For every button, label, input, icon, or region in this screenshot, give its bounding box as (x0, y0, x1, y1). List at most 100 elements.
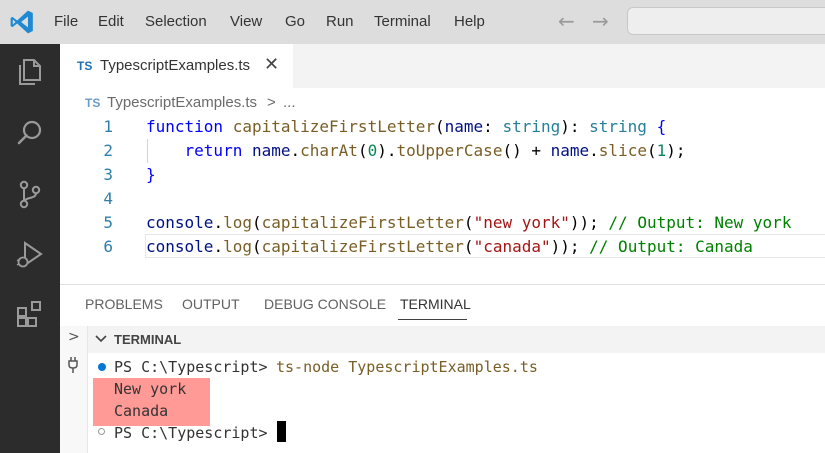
code-token: // Output: Canada (589, 237, 753, 256)
code-token: ( (646, 141, 657, 160)
code-token: slice (598, 141, 647, 160)
code-token: return (184, 141, 243, 160)
explorer-files-icon[interactable] (14, 56, 46, 88)
breadcrumb-ellipsis[interactable]: ... (283, 94, 296, 111)
terminal-prompt: PS C:\Typescript> (114, 358, 268, 376)
line-number: 2 (103, 141, 113, 160)
code-token: name (444, 117, 484, 136)
code-token: } (146, 165, 156, 184)
terminal-sidebar (60, 326, 88, 453)
tab-output[interactable]: OUTPUT (182, 296, 240, 312)
terminal-command: ts-node TypescriptExamples.ts (276, 358, 538, 376)
code-token: { (646, 117, 667, 136)
code-token: log (223, 237, 252, 256)
tab-typescript-examples[interactable]: TS TypescriptExamples.ts ✕ (60, 44, 293, 88)
run-debug-icon[interactable] (14, 239, 46, 271)
line-number: 3 (103, 165, 113, 184)
plug-icon[interactable] (66, 356, 80, 374)
panel-divider (60, 284, 825, 285)
code-line[interactable]: return name.charAt(0).toUpperCase() + na… (146, 139, 686, 163)
active-tab-indicator (398, 319, 467, 320)
menu-selection[interactable]: Selection (145, 0, 207, 44)
code-token: ); (666, 141, 686, 160)
code-token: . (589, 141, 599, 160)
code-token: )); (550, 237, 590, 256)
code-token: . (213, 237, 224, 256)
code-token: toUpperCase (396, 141, 503, 160)
line-number: 5 (103, 213, 113, 232)
code-token: ( (251, 237, 262, 256)
code-token: . (213, 213, 224, 232)
code-token: ( (357, 141, 368, 160)
extensions-icon[interactable] (14, 298, 46, 330)
code-token: 1 (656, 141, 667, 160)
tab-terminal[interactable]: TERMINAL (400, 296, 471, 312)
code-token: string (589, 117, 647, 136)
forward-arrow-icon[interactable]: → (592, 10, 609, 32)
terminal-output-line: New york (114, 380, 187, 398)
command-pending-dot-icon[interactable] (98, 428, 105, 435)
code-token: name (550, 141, 590, 160)
code-token: // Output: New york (608, 213, 792, 232)
code-token: ( (435, 117, 445, 136)
code-line[interactable]: function capitalizeFirstLetter(name: str… (146, 115, 666, 139)
source-control-icon[interactable] (14, 178, 46, 210)
code-token: "new york" (473, 213, 570, 232)
menu-terminal[interactable]: Terminal (374, 0, 431, 44)
search-icon[interactable] (14, 117, 46, 149)
code-token: ): (560, 117, 590, 136)
chevron-down-icon[interactable] (95, 334, 107, 344)
code-token: console (146, 237, 214, 256)
chevron-right-icon[interactable]: > (68, 329, 80, 345)
terminal-section-header[interactable] (88, 326, 825, 353)
command-center-search[interactable] (627, 7, 825, 35)
menu-edit[interactable]: Edit (98, 0, 124, 44)
menu-go[interactable]: Go (285, 0, 305, 44)
terminal-section-title: TERMINAL (114, 332, 182, 347)
tab-debug-console[interactable]: DEBUG CONSOLE (264, 296, 386, 312)
line-number: 1 (103, 117, 113, 136)
line-number: 6 (103, 237, 113, 256)
breadcrumb-file[interactable]: TypescriptExamples.ts (107, 94, 257, 111)
code-line[interactable]: console.log(capitalizeFirstLetter("new y… (146, 211, 791, 235)
terminal-output-line: Canada (114, 402, 169, 420)
tab-label: TypescriptExamples.ts (100, 57, 251, 74)
code-token: name (251, 141, 291, 160)
code-token: function (146, 117, 224, 136)
menu-run[interactable]: Run (326, 0, 354, 44)
breadcrumb-separator: > (267, 94, 276, 111)
code-token: () + (502, 141, 551, 160)
typescript-file-icon: TS (77, 59, 93, 73)
code-token: log (223, 213, 252, 232)
code-token: ( (463, 237, 474, 256)
breadcrumb-typescript-icon: TS (85, 96, 101, 110)
code-line[interactable]: console.log(capitalizeFirstLetter("canad… (146, 235, 753, 259)
code-token: string (502, 117, 561, 136)
terminal-cursor[interactable] (277, 421, 286, 442)
tab-problems[interactable]: PROBLEMS (85, 296, 163, 312)
vscode-logo-icon[interactable] (9, 9, 35, 35)
code-token: . (290, 141, 301, 160)
code-token: ). (377, 141, 397, 160)
menu-file[interactable]: File (54, 0, 78, 44)
code-token: 0 (367, 141, 378, 160)
code-token: ( (463, 213, 474, 232)
terminal-prompt: PS C:\Typescript> (114, 424, 268, 442)
code-token: : (483, 117, 503, 136)
code-token: capitalizeFirstLetter (261, 237, 464, 256)
code-token: charAt (300, 141, 358, 160)
code-token: capitalizeFirstLetter (232, 117, 435, 136)
code-line[interactable]: } (146, 163, 156, 187)
code-token: console (146, 213, 214, 232)
menu-help[interactable]: Help (454, 0, 485, 44)
command-success-dot-icon[interactable] (98, 363, 106, 371)
code-token: ( (251, 213, 262, 232)
back-arrow-icon[interactable]: ← (558, 10, 575, 32)
close-icon[interactable]: ✕ (264, 54, 279, 75)
menu-view[interactable]: View (230, 0, 262, 44)
code-token: "canada" (473, 237, 551, 256)
line-number: 4 (103, 189, 113, 208)
